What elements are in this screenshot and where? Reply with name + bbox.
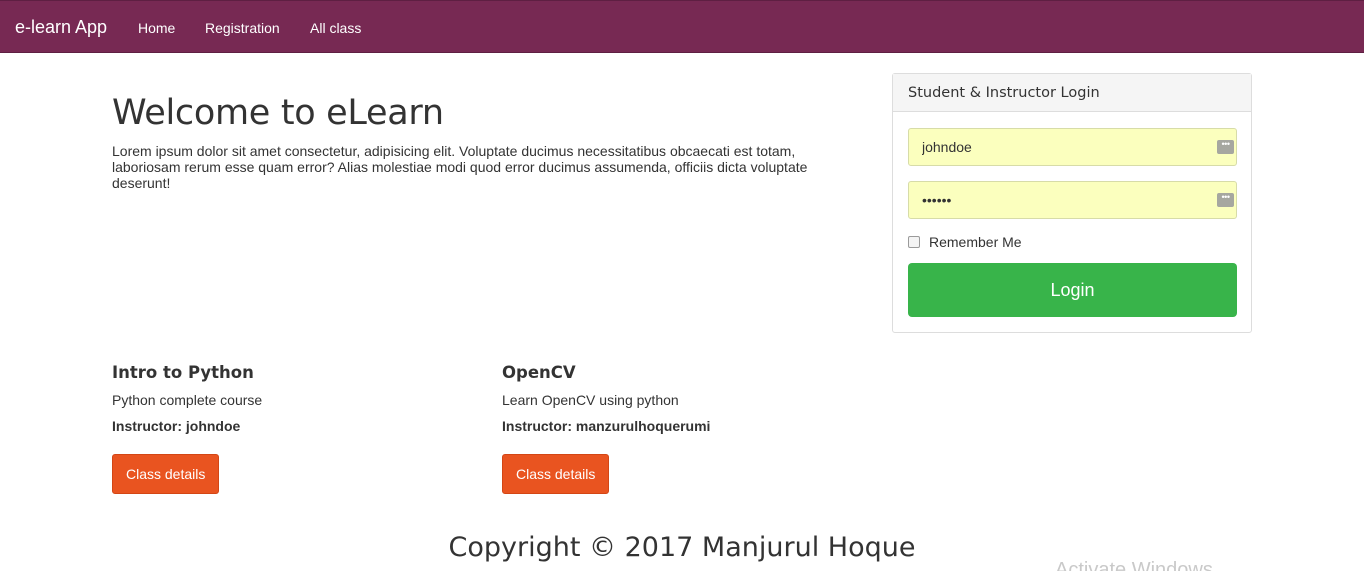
course-card-opencv: OpenCV Learn OpenCV using python Instruc… [502,362,832,494]
nav-registration-link[interactable]: Registration [205,19,280,37]
password-field-wrapper: ••• [908,181,1237,219]
remember-me-row: Remember Me [908,233,1022,251]
remember-me-checkbox[interactable] [908,236,920,248]
course-description: Learn OpenCV using python [502,392,679,408]
activate-windows-watermark: Activate Windows [1055,559,1213,571]
login-panel: Student & Instructor Login ••• ••• Remem… [892,73,1252,333]
course-description: Python complete course [112,392,263,408]
top-navbar: e-learn App Home Registration All class [0,0,1364,53]
class-details-button[interactable]: Class details [112,454,220,494]
course-instructor: Instructor: manzurulhoquerumi [502,418,711,434]
password-manager-icon[interactable]: ••• [1217,140,1234,154]
course-title: Intro to Python [112,363,254,382]
course-title: OpenCV [502,363,576,382]
nav-all-class-link[interactable]: All class [310,19,361,37]
remember-me-label[interactable]: Remember Me [929,233,1022,251]
course-instructor: Instructor: johndoe [112,418,241,434]
page-title: Welcome to eLearn [112,93,444,133]
login-panel-heading: Student & Instructor Login [893,74,1251,112]
course-card-python: Intro to Python Python complete course I… [112,362,442,494]
username-field-wrapper: ••• [908,128,1237,166]
password-manager-icon[interactable]: ••• [1217,193,1234,207]
intro-text: Lorem ipsum dolor sit amet consectetur, … [112,143,808,191]
brand-link[interactable]: e-learn App [15,16,107,38]
login-button[interactable]: Login [908,263,1237,317]
class-details-button[interactable]: Class details [502,454,610,494]
username-input[interactable] [909,129,1236,165]
nav-home-link[interactable]: Home [138,19,175,37]
password-input[interactable] [909,182,1236,218]
